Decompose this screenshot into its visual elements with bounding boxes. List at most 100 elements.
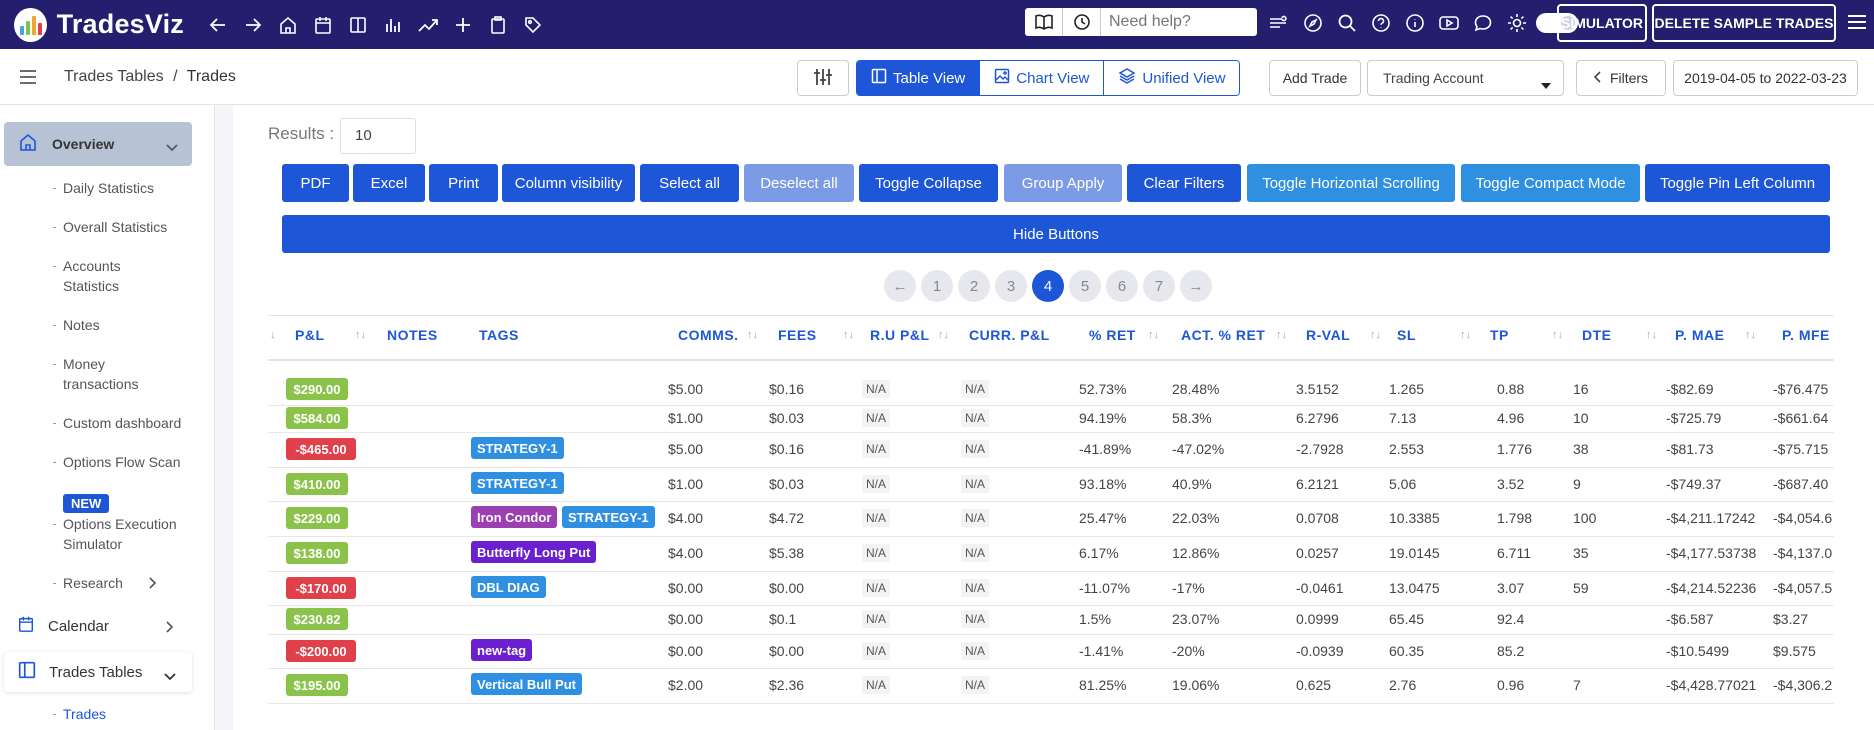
tab-table-view[interactable]: Table View [857, 61, 980, 95]
tag-badge[interactable]: new-tag [471, 639, 533, 661]
column-header-curr-p-l[interactable]: CURR. P&L [969, 327, 1050, 343]
back-arrow-icon[interactable] [200, 8, 235, 42]
tag-badge[interactable]: Butterfly Long Put [471, 541, 597, 563]
help-input[interactable] [1109, 13, 1249, 31]
pagination-prev[interactable]: ← [884, 270, 916, 302]
hide-buttons-button[interactable]: Hide Buttons [282, 215, 1830, 253]
plus-icon[interactable] [445, 8, 480, 42]
question-icon[interactable] [1364, 8, 1398, 38]
sort-icon[interactable]: ↑↓ [938, 329, 949, 341]
tag-badge[interactable]: DBL DIAG [471, 576, 546, 598]
column-header-p-mfe[interactable]: P. MFE [1782, 327, 1830, 343]
column-header-r-u-p-l[interactable]: R.U P&L [870, 327, 930, 343]
breadcrumb-parent[interactable]: Trades Tables [64, 68, 164, 85]
sort-icon[interactable]: ↑↓ [843, 329, 854, 341]
sidebar-item-trades-tables[interactable]: Trades Tables [4, 652, 192, 692]
logo[interactable]: TradesViz [14, 7, 184, 42]
book-icon[interactable] [1025, 8, 1063, 36]
sort-icon[interactable]: ↑↓ [1460, 329, 1471, 341]
toggle-collapse-button[interactable]: Toggle Collapse [859, 164, 998, 202]
filters-button[interactable]: Filters [1576, 60, 1666, 96]
sort-icon[interactable]: ↑↓ [1646, 329, 1657, 341]
home-icon[interactable] [270, 8, 305, 42]
sidebar-item-money-transactions[interactable]: Money transactions [52, 355, 138, 394]
trading-account-select[interactable]: Trading Account [1367, 60, 1564, 96]
pdf-button[interactable]: PDF [282, 164, 349, 202]
wind-icon[interactable] [1262, 8, 1296, 38]
pagination-page-3[interactable]: 3 [995, 270, 1027, 302]
pagination-page-7[interactable]: 7 [1143, 270, 1175, 302]
sidebar-item-overview[interactable]: Overview [4, 122, 192, 166]
pagination-page-2[interactable]: 2 [958, 270, 990, 302]
sort-icon[interactable]: ↓ [270, 329, 276, 341]
tag-badge[interactable]: STRATEGY-1 [471, 437, 564, 459]
column-header-notes[interactable]: NOTES [387, 327, 438, 343]
excel-button[interactable]: Excel [353, 164, 425, 202]
column-header-p-mae[interactable]: P. MAE [1675, 327, 1724, 343]
bar-chart-icon[interactable] [375, 8, 410, 42]
column-header-tags[interactable]: TAGS [479, 327, 519, 343]
history-icon[interactable] [1063, 8, 1101, 36]
pagination-page-6[interactable]: 6 [1106, 270, 1138, 302]
sidebar-item-daily-statistics[interactable]: Daily Statistics [52, 179, 154, 199]
toggle-compact-mode-button[interactable]: Toggle Compact Mode [1461, 164, 1640, 202]
sort-icon[interactable]: ↑↓ [355, 329, 366, 341]
sidebar-item-research[interactable]: Research [53, 574, 157, 594]
search-icon[interactable] [1330, 8, 1364, 38]
simulator-button[interactable]: SIMULATOR [1557, 4, 1647, 42]
group-apply-button[interactable]: Group Apply [1004, 164, 1122, 202]
sort-icon[interactable]: ↑↓ [747, 329, 758, 341]
select-all-button[interactable]: Select all [640, 164, 739, 202]
tab-unified-view[interactable]: Unified View [1103, 61, 1240, 95]
sidebar-item-notes[interactable]: Notes [53, 316, 100, 336]
compass-icon[interactable] [1296, 8, 1330, 38]
clipboard-icon[interactable] [480, 8, 515, 42]
column-header-p-l[interactable]: P&L [295, 327, 325, 343]
tab-chart-view[interactable]: Chart View [979, 61, 1104, 95]
column-header-ret[interactable]: % RET [1089, 327, 1136, 343]
sun-icon[interactable] [1500, 8, 1534, 38]
results-input[interactable]: 10 [340, 118, 416, 154]
column-header-comms[interactable]: COMMS. [678, 327, 739, 343]
columns-icon[interactable] [340, 8, 375, 42]
sort-icon[interactable]: ↑↓ [1148, 329, 1159, 341]
toggle-pin-left-column-button[interactable]: Toggle Pin Left Column [1645, 164, 1830, 202]
forward-arrow-icon[interactable] [235, 8, 270, 42]
column-header-dte[interactable]: DTE [1582, 327, 1612, 343]
tag-badge[interactable]: STRATEGY-1 [562, 506, 655, 528]
sidebar-item-options-flow-scan[interactable]: Options Flow Scan [53, 453, 181, 473]
video-icon[interactable] [1432, 8, 1466, 38]
add-trade-button[interactable]: Add Trade [1269, 60, 1361, 96]
pagination-next[interactable]: → [1180, 270, 1212, 302]
sidebar-item-trades[interactable]: Trades [52, 705, 106, 725]
trend-icon[interactable] [410, 8, 445, 42]
sidebar-item-calendar[interactable]: Calendar [0, 606, 194, 646]
info-icon[interactable] [1398, 8, 1432, 38]
deselect-all-button[interactable]: Deselect all [744, 164, 854, 202]
print-button[interactable]: Print [429, 164, 498, 202]
pagination-page-5[interactable]: 5 [1069, 270, 1101, 302]
toggle-horizontal-scrolling-button[interactable]: Toggle Horizontal Scrolling [1247, 164, 1455, 202]
pagination-page-4[interactable]: 4 [1032, 270, 1064, 302]
column-visibility-button[interactable]: Column visibility [502, 164, 635, 202]
clear-filters-button[interactable]: Clear Filters [1127, 164, 1241, 202]
column-header-r-val[interactable]: R-VAL [1306, 327, 1350, 343]
tag-icon[interactable] [515, 8, 550, 42]
tag-badge[interactable]: Iron Condor [471, 506, 558, 528]
date-range-button[interactable]: 2019-04-05 to 2022-03-23 [1673, 60, 1858, 96]
menu-icon[interactable] [1846, 12, 1868, 37]
sort-icon[interactable]: ↑↓ [1370, 329, 1381, 341]
sidebar-item-options-execution-simulator[interactable]: Options Execution Simulator [53, 515, 177, 554]
sidebar-toggle-icon[interactable] [18, 68, 38, 91]
sidebar-item-accounts-statistics[interactable]: Accounts Statistics [53, 257, 121, 296]
column-header-fees[interactable]: FEES [778, 327, 817, 343]
column-header-sl[interactable]: SL [1397, 327, 1416, 343]
calendar-icon[interactable] [305, 8, 340, 42]
sort-icon[interactable]: ↑↓ [1745, 329, 1756, 341]
column-settings-button[interactable] [797, 60, 849, 96]
pagination-page-1[interactable]: 1 [921, 270, 953, 302]
chat-icon[interactable] [1466, 8, 1500, 38]
column-header-tp[interactable]: TP [1490, 327, 1509, 343]
delete-sample-trades-button[interactable]: DELETE SAMPLE TRADES [1652, 4, 1836, 42]
tag-badge[interactable]: Vertical Bull Put [471, 673, 582, 695]
